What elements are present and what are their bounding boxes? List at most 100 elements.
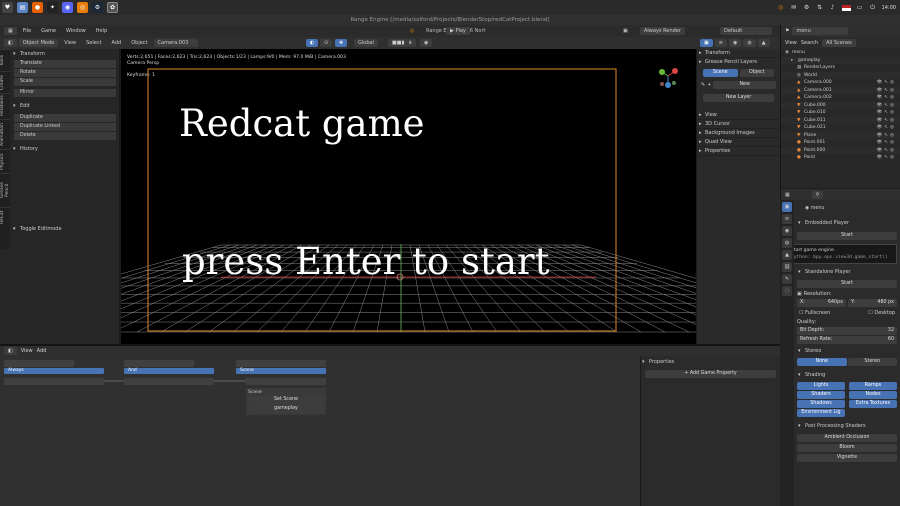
shading-ramps-toggle[interactable]: Ramps	[849, 382, 897, 390]
outliner-search-menu[interactable]: Search	[801, 40, 818, 46]
stereo-section[interactable]: Stereo	[797, 347, 897, 356]
physics-properties-icon[interactable]: ◌	[782, 286, 792, 296]
properties-editor-icon[interactable]: ▦	[785, 192, 790, 198]
properties-pin-icon[interactable]: ⚲	[811, 190, 824, 199]
discord-icon[interactable]: ◉	[62, 2, 73, 13]
standalone-player-section[interactable]: Standalone Player	[797, 268, 897, 277]
outliner-row[interactable]: ● Point.000 👁↖◎	[781, 146, 900, 155]
gp-object-button[interactable]: Object	[739, 69, 774, 77]
render-mode-select[interactable]: Always Render	[640, 27, 685, 35]
outliner-filter-select[interactable]: All Scenes	[822, 39, 856, 47]
menu-view[interactable]: View	[60, 37, 80, 49]
outliner-row[interactable]: ▲ Camera.001 👁↖◎	[781, 86, 900, 94]
menu-window[interactable]: Window	[62, 25, 90, 37]
scene-select[interactable]: menu	[792, 27, 849, 35]
object-tab-icon[interactable]: ▲	[757, 39, 770, 47]
stereo-none-button[interactable]: None	[797, 358, 847, 366]
editor-type-icon[interactable]: ▦	[4, 27, 17, 35]
shading-mode-button[interactable]: ◐	[306, 39, 319, 47]
battery-icon[interactable]: ▭	[856, 4, 864, 12]
visibility-toggle-icon[interactable]: 👁↖◎	[877, 79, 896, 87]
shading-lights-toggle[interactable]: Lights	[797, 382, 845, 390]
render-properties-icon[interactable]: ▣	[782, 202, 792, 212]
transform-panel-title[interactable]: Transform	[10, 49, 120, 59]
tab-recat[interactable]: ReCat	[0, 207, 10, 227]
manipulator-button[interactable]: ✥	[335, 39, 348, 47]
pp-ambient-occlusion[interactable]: Ambient Occlusion	[797, 434, 897, 442]
file-manager-icon[interactable]: ▤	[17, 2, 28, 13]
rotate-button[interactable]: Rotate	[14, 69, 116, 77]
gp-new-layer-button[interactable]: New Layer	[703, 94, 774, 102]
post-processing-section[interactable]: Post Processing Shaders	[797, 422, 897, 431]
3d-viewport[interactable]: Verts:2,651 | Faces:2,623 | Tris:2,623 |…	[121, 49, 696, 344]
mode-select[interactable]: Object Mode	[18, 39, 59, 47]
inkscape-icon[interactable]: ✦	[47, 2, 58, 13]
add-icon[interactable]: +	[707, 82, 711, 88]
np-3d-cursor[interactable]: 3D Cursor	[697, 120, 780, 129]
outliner-row[interactable]: ▼ Cube.000 👁↖◎	[781, 101, 900, 110]
embedded-player-section[interactable]: Embedded Player	[797, 219, 897, 228]
visibility-toggle-icon[interactable]: 👁↖◎	[877, 132, 896, 140]
outliner-row[interactable]: ● Point 👁↖◎	[781, 154, 900, 162]
resolution-x-field[interactable]: X: 640px	[797, 299, 846, 307]
firefox-icon[interactable]: ●	[32, 2, 43, 13]
duplicate-linked-button[interactable]: Duplicate Linked	[14, 123, 116, 131]
tab-physics[interactable]: Physics	[0, 149, 10, 173]
constraints-properties-icon[interactable]: ⛓	[782, 262, 792, 272]
menu-help[interactable]: Help	[92, 25, 111, 37]
outliner-row[interactable]: ▼ Cube.010 👁↖◎	[781, 109, 900, 117]
outliner-row[interactable]: ● Point.001 👁↖◎	[781, 139, 900, 147]
scene-tab-icon[interactable]: ◉	[728, 39, 742, 47]
add-game-property-button[interactable]: + Add Game Property	[645, 370, 776, 378]
visibility-toggle-icon[interactable]: 👁↖◎	[877, 147, 896, 155]
embedded-start-button[interactable]: Start	[797, 232, 897, 240]
shading-nodes-toggle[interactable]: Nodes	[849, 391, 897, 399]
toggle-editmode-title[interactable]: Toggle Editmode	[10, 224, 120, 234]
bit-depth-field[interactable]: Bit Depth: 32	[797, 327, 897, 335]
gp-scene-button[interactable]: Scene	[703, 69, 738, 77]
pp-bloom[interactable]: Bloom	[797, 444, 897, 452]
visibility-toggle-icon[interactable]: 👁↖◎	[877, 139, 896, 147]
object-properties-icon[interactable]: ▲	[782, 250, 792, 260]
game-properties-title[interactable]: Properties	[641, 358, 780, 367]
tab-relations[interactable]: Relations	[0, 93, 10, 119]
pivot-button[interactable]: ⊙	[320, 39, 333, 47]
shading-shaders-toggle[interactable]: Shaders	[797, 391, 845, 399]
tab-create[interactable]: Create	[0, 71, 10, 93]
visibility-toggle-icon[interactable]: 👁↖◎	[877, 117, 896, 125]
np-properties[interactable]: Properties	[697, 147, 780, 156]
resolution-y-field[interactable]: Y: 480 px	[848, 299, 897, 307]
network-icon[interactable]: ⇅	[816, 4, 824, 12]
outliner-view-menu[interactable]: View	[785, 40, 797, 46]
world-tab-icon[interactable]: ◍	[743, 39, 756, 47]
outliner-row[interactable]: ▼ Plane 👁↖◎	[781, 131, 900, 140]
menu-object[interactable]: Object	[127, 37, 151, 49]
np-background-images[interactable]: Background Images	[697, 129, 780, 138]
visibility-toggle-icon[interactable]: 👁↖◎	[877, 109, 896, 117]
outliner-row[interactable]: ▼ Cube.021 👁↖◎	[781, 124, 900, 132]
shading-environment-lighting-toggle[interactable]: Environment Lig	[797, 409, 845, 417]
shading-section[interactable]: Shading	[797, 371, 897, 380]
blender-tray-icon[interactable]: ◎	[777, 4, 785, 12]
tab-tools[interactable]: Tools	[0, 49, 10, 71]
power-icon[interactable]: ⏻	[869, 4, 877, 12]
heart-icon[interactable]: ♥	[2, 2, 13, 13]
world-properties-icon[interactable]: ◍	[782, 238, 792, 248]
shading-extra-textures-toggle[interactable]: Extra Textures	[849, 400, 897, 408]
outliner-row[interactable]: ◍ World	[781, 71, 900, 79]
tab-grease-pencil[interactable]: Grease Pencil	[0, 173, 10, 207]
menu-game[interactable]: Game	[37, 25, 60, 37]
pencil-icon[interactable]: ✎	[701, 82, 705, 88]
outliner-row[interactable]: ▲ Camera.000 👁↖◎	[781, 79, 900, 87]
blender-icon[interactable]: ◎	[77, 2, 88, 13]
outliner-row[interactable]: ▲ Camera.002 👁↖◎	[781, 94, 900, 102]
steam-icon[interactable]: ⚙	[92, 2, 103, 13]
steam-tray-icon[interactable]: ⚙	[803, 4, 811, 12]
duplicate-button[interactable]: Duplicate	[14, 114, 116, 122]
np-grease-pencil[interactable]: Grease Pencil Layers	[697, 58, 780, 67]
shading-shadows-toggle[interactable]: Shadows	[797, 400, 845, 408]
camera-field[interactable]: Camera.003	[153, 39, 198, 47]
desktop-checkbox[interactable]: ☐ Desktop	[868, 310, 895, 316]
np-transform[interactable]: Transform	[697, 49, 780, 58]
visibility-toggle-icon[interactable]: 👁↖◎	[877, 102, 896, 110]
